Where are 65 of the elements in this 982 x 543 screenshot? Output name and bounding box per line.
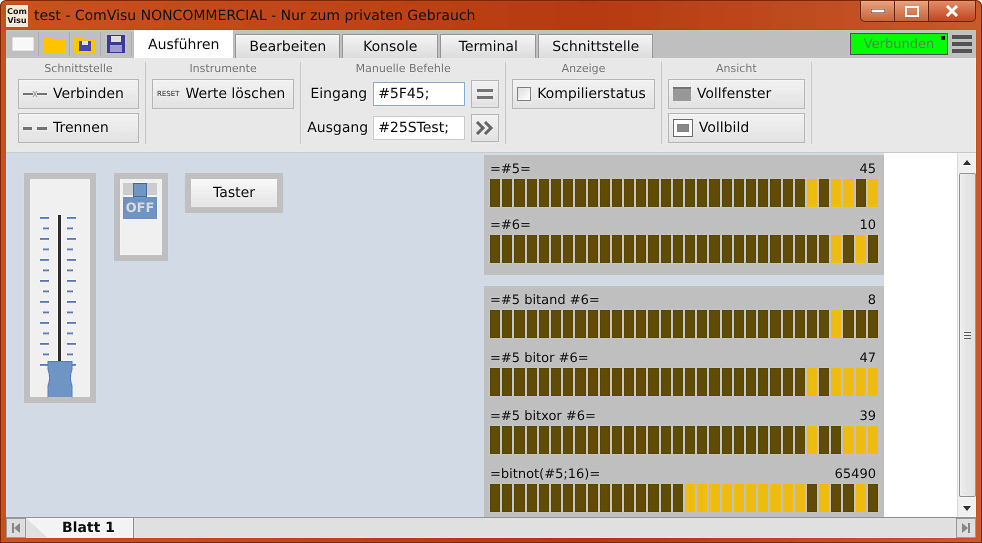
bit-label: =#6= — [490, 218, 531, 233]
group-title: Instrumente — [189, 62, 257, 75]
blank-page-icon — [12, 37, 34, 51]
sheet-tab[interactable]: Blatt 1 — [26, 518, 134, 538]
tab[interactable]: Konsole — [342, 34, 438, 58]
bit-value: 39 — [859, 409, 876, 424]
vertical-scrollbar[interactable] — [957, 153, 976, 517]
grip-icon — [964, 332, 970, 338]
ribbon-button[interactable]: Trennen — [18, 113, 139, 143]
checkbox-button[interactable]: Kompilierstatus — [512, 79, 655, 109]
plug-line-icon — [23, 90, 47, 98]
menu-icon[interactable] — [952, 35, 972, 53]
dash-line-icon — [23, 126, 47, 130]
skip-back-icon — [12, 523, 20, 533]
bit-label: =bitnot(#5;16)= — [490, 467, 600, 482]
connection-status: Verbunden — [850, 33, 948, 55]
tab[interactable]: Terminal — [440, 34, 536, 58]
maximize-button[interactable] — [895, 1, 929, 21]
app-logo: Com Visu — [6, 4, 28, 26]
bit-label: =#5 bitxor #6= — [490, 409, 596, 424]
bit-value: 8 — [868, 293, 876, 308]
tab[interactable]: Schnittstelle — [538, 34, 654, 58]
floppy-icon — [107, 35, 125, 53]
command-field[interactable]: #25STest; — [373, 116, 466, 140]
tab[interactable]: Ausführen — [134, 30, 234, 58]
maximize-icon — [904, 6, 918, 16]
tab[interactable]: Bearbeiten — [235, 34, 340, 58]
last-sheet-button[interactable] — [956, 518, 976, 538]
close-button[interactable] — [929, 1, 975, 21]
close-icon — [945, 5, 959, 17]
ribbon-button[interactable]: Vollbild — [668, 113, 805, 143]
double-chevron-icon — [475, 121, 496, 135]
group-title: Manuelle Befehle — [356, 62, 451, 75]
window-icon — [672, 87, 691, 101]
group-title: Ansicht — [716, 62, 757, 75]
field-label: Ausgang — [307, 120, 368, 136]
minimize-icon — [870, 9, 884, 13]
minimize-button[interactable] — [861, 1, 895, 21]
bit-label: =#5 bitor #6= — [490, 351, 589, 366]
equals-button[interactable] — [471, 80, 500, 108]
bit-value: 10 — [859, 218, 876, 233]
ribbon-button[interactable]: Verbinden — [18, 79, 139, 109]
ribbon-button[interactable]: Vollfenster — [668, 79, 805, 109]
command-field[interactable]: #5F45; — [373, 82, 466, 106]
bit-value: 65490 — [834, 467, 876, 482]
fullscreen-icon — [672, 119, 693, 137]
slider-thumb[interactable] — [48, 361, 72, 397]
group-title: Schnittstelle — [44, 62, 113, 75]
skip-forward-icon — [962, 523, 970, 533]
send-button[interactable] — [471, 114, 500, 142]
equals-icon — [477, 89, 494, 99]
folder-icon — [43, 35, 65, 53]
bit-label: =#5= — [490, 162, 531, 177]
bit-label: =#5 bitand #6= — [490, 293, 600, 308]
folder-floppy-icon — [74, 35, 96, 53]
bit-value: 47 — [859, 351, 876, 366]
push-button[interactable]: Taster — [185, 173, 283, 213]
bit-value: 45 — [859, 162, 876, 177]
first-sheet-button[interactable] — [6, 518, 26, 538]
field-label: Eingang — [309, 86, 368, 102]
window-title: test - ComVisu NONCOMMERCIAL - Nur zum privaten Gebrauch — [34, 8, 476, 24]
up-arrow-icon — [963, 160, 971, 164]
checkbox[interactable] — [517, 87, 532, 101]
group-title: Anzeige — [562, 62, 606, 75]
down-arrow-icon — [963, 506, 971, 510]
